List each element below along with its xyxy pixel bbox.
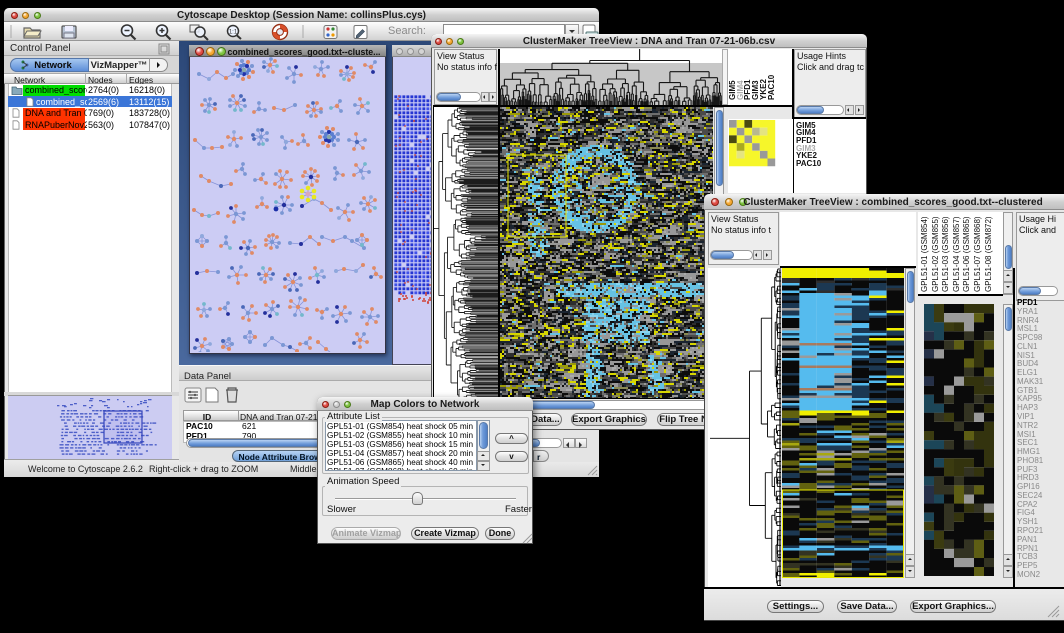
svg-text:1:1: 1:1 [229,30,238,36]
